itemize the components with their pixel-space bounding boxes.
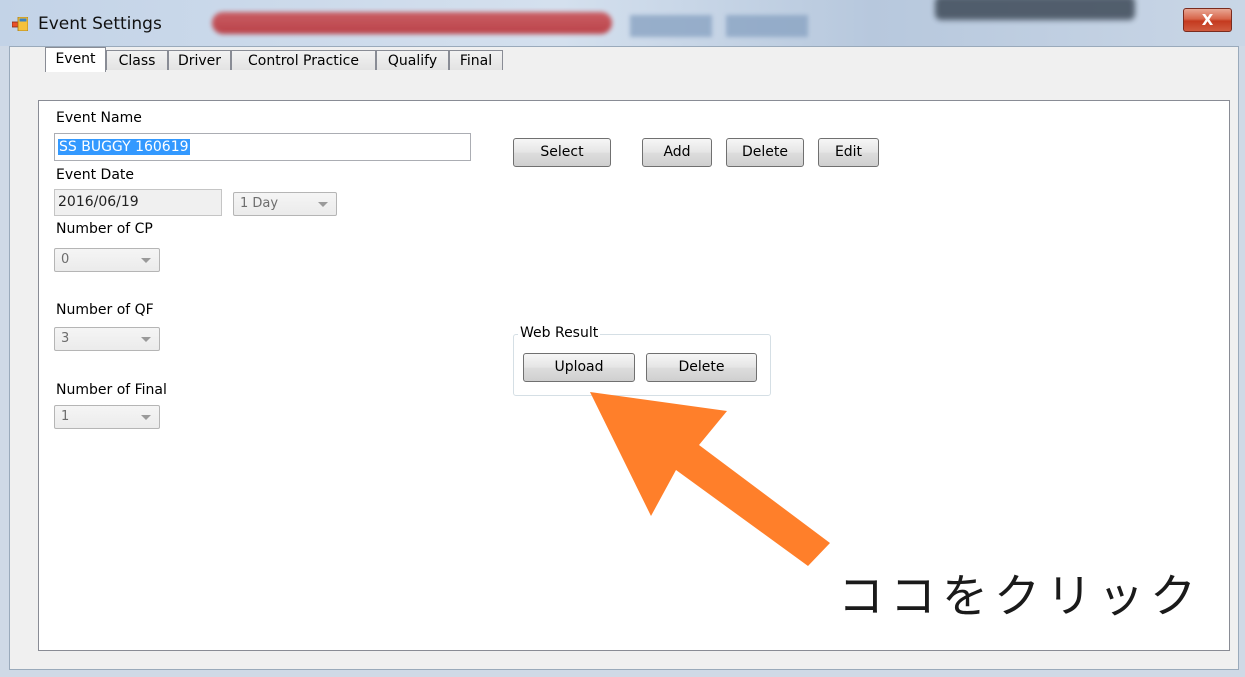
click-here-annotation: ココをクリック: [838, 569, 1202, 623]
delete-web-result-button[interactable]: Delete: [646, 353, 757, 382]
blurred-title-button: [630, 15, 712, 37]
blurred-logo: [935, 0, 1135, 20]
event-name-value: SS BUGGY 160619: [58, 139, 190, 155]
window-title: Event Settings: [38, 14, 162, 34]
final-count-value: 1: [61, 409, 70, 424]
cp-count-select[interactable]: 0: [54, 248, 160, 272]
web-result-group-title: Web Result: [518, 325, 601, 341]
blurred-title-button: [726, 15, 808, 37]
qf-count-label: Number of QF: [56, 302, 154, 318]
event-duration-select[interactable]: 1 Day: [233, 192, 337, 216]
event-name-input[interactable]: SS BUGGY 160619: [54, 133, 471, 161]
close-button[interactable]: X: [1183, 8, 1232, 32]
chevron-down-icon: [141, 337, 151, 342]
upload-button[interactable]: Upload: [523, 353, 635, 382]
chevron-down-icon: [141, 258, 151, 263]
select-button[interactable]: Select: [513, 138, 611, 167]
title-bar: Event Settings X: [0, 0, 1245, 46]
cp-count-label: Number of CP: [56, 221, 153, 237]
blurred-title-area: [212, 12, 612, 34]
event-duration-value: 1 Day: [240, 196, 279, 211]
app-window-icon: [12, 17, 28, 31]
tab-final[interactable]: Final: [449, 50, 503, 70]
final-count-select[interactable]: 1: [54, 405, 160, 429]
tab-event[interactable]: Event: [45, 47, 106, 72]
tab-class[interactable]: Class: [106, 50, 168, 70]
chevron-down-icon: [141, 415, 151, 420]
event-settings-window: Event Settings X Event Class Driver Cont…: [0, 0, 1245, 677]
delete-event-button[interactable]: Delete: [726, 138, 804, 167]
tab-control-practice[interactable]: Control Practice: [231, 50, 376, 70]
final-count-label: Number of Final: [56, 382, 167, 398]
qf-count-value: 3: [61, 331, 70, 346]
chevron-down-icon: [318, 202, 328, 207]
event-date-label: Event Date: [56, 167, 135, 183]
event-date-field[interactable]: 2016/06/19: [54, 189, 222, 216]
edit-button[interactable]: Edit: [818, 138, 879, 167]
event-name-label: Event Name: [56, 110, 142, 126]
cp-count-value: 0: [61, 252, 70, 267]
tab-driver[interactable]: Driver: [168, 50, 231, 70]
qf-count-select[interactable]: 3: [54, 327, 160, 351]
tab-qualify[interactable]: Qualify: [376, 50, 449, 70]
add-button[interactable]: Add: [642, 138, 712, 167]
